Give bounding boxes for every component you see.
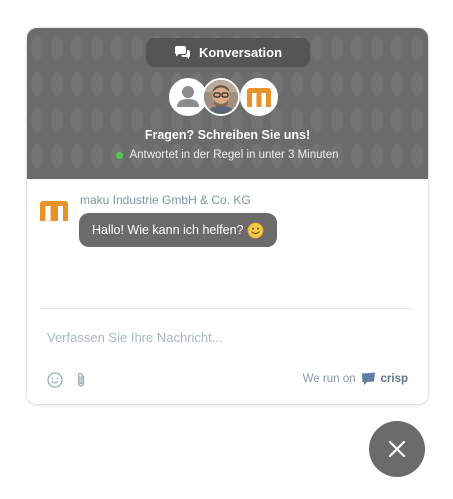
maku-logo-icon [40, 201, 68, 221]
attach-file-button[interactable] [72, 371, 90, 389]
emoji-picker-button[interactable] [46, 371, 64, 389]
chat-header: Konversation Fragen? Schreiben Sie uns! … [27, 28, 428, 179]
header-title: Fragen? Schreiben Sie uns! [144, 128, 311, 142]
paperclip-icon [77, 372, 85, 387]
chat-bubbles-icon [174, 45, 190, 59]
user-silhouette-icon [171, 80, 205, 114]
smiley-icon [47, 372, 63, 388]
crisp-brand: crisp [380, 373, 409, 385]
maku-logo-icon [242, 80, 276, 114]
operator-photo-avatar [202, 78, 240, 116]
composer-divider [40, 308, 415, 309]
message-text: Hallo! Wie kann ich helfen? [92, 223, 244, 237]
operator-avatars [169, 78, 279, 116]
powered-by-text: We run on [302, 373, 356, 385]
chat-widget: Konversation Fragen? Schreiben Sie uns! … [27, 28, 428, 404]
powered-by-crisp[interactable]: We run on crisp [303, 372, 408, 386]
online-indicator [116, 151, 124, 159]
smiley-emoji-icon [248, 222, 264, 238]
close-icon [388, 440, 406, 458]
availability-text: Antwortet in der Regel in unter 3 Minute… [129, 149, 339, 161]
operator-portrait [204, 80, 238, 114]
message-area: maku Industrie GmbH & Co. KG Hallo! Wie … [27, 179, 428, 309]
maku-logo-avatar [240, 78, 278, 116]
message-bubble: Hallo! Wie kann ich helfen? [79, 213, 278, 247]
crisp-logo-icon [361, 372, 375, 385]
message-input[interactable] [47, 326, 407, 348]
message-sender: maku Industrie GmbH & Co. KG [80, 193, 251, 207]
conversation-button[interactable]: Konversation [146, 38, 310, 67]
conversation-label: Konversation [198, 45, 283, 60]
availability-status: Antwortet in der Regel in unter 3 Minute… [27, 149, 428, 161]
close-chat-button[interactable] [369, 421, 425, 477]
